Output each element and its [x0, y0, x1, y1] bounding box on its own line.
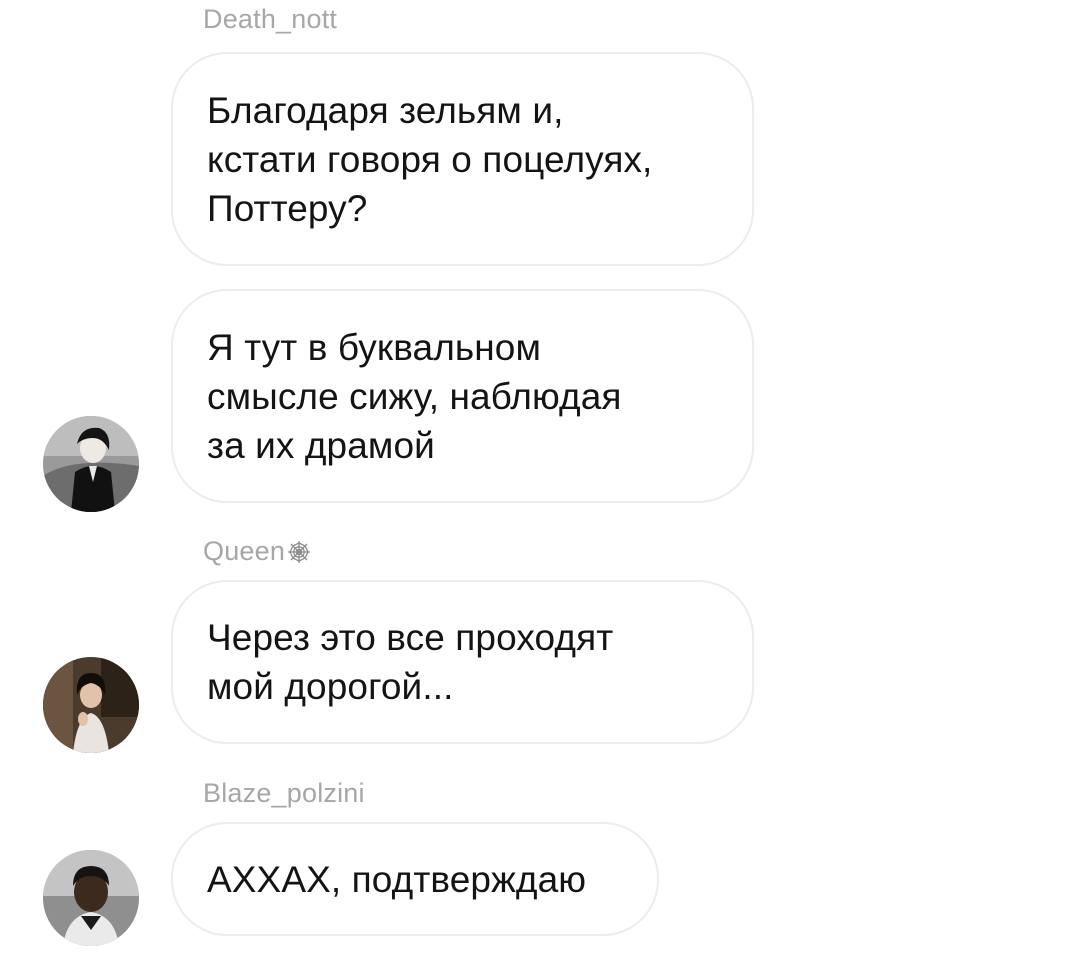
avatar[interactable]: [43, 850, 139, 946]
avatar-death-nott-image: [43, 416, 139, 512]
message-text: АХХАХ, подтверждаю: [207, 858, 587, 900]
avatar-queen-image: [43, 657, 139, 753]
spiderweb-icon: [288, 541, 311, 563]
sender-name[interactable]: Death_nott: [203, 6, 337, 33]
message-text: Благодаря зельям и, кстати говоря о поце…: [207, 89, 653, 229]
message-text: Через это все проходят мой дорогой...: [207, 617, 614, 707]
message-text: Я тут в буквальном смысле сижу, наблюдая…: [207, 326, 622, 466]
message-bubble[interactable]: Я тут в буквальном смысле сижу, наблюдая…: [171, 289, 754, 503]
message-bubble[interactable]: АХХАХ, подтверждаю: [171, 822, 659, 936]
message-bubble[interactable]: Через это все проходят мой дорогой...: [171, 580, 754, 744]
message-bubble[interactable]: Благодаря зельям и, кстати говоря о поце…: [171, 52, 754, 266]
sender-name[interactable]: Queen: [203, 538, 311, 565]
avatar-blaze-polzini-image: [43, 850, 139, 946]
sender-name[interactable]: Blaze_polzini: [203, 780, 365, 807]
sender-name-text: Queen: [203, 536, 286, 566]
avatar[interactable]: [43, 657, 139, 753]
avatar[interactable]: [43, 416, 139, 512]
